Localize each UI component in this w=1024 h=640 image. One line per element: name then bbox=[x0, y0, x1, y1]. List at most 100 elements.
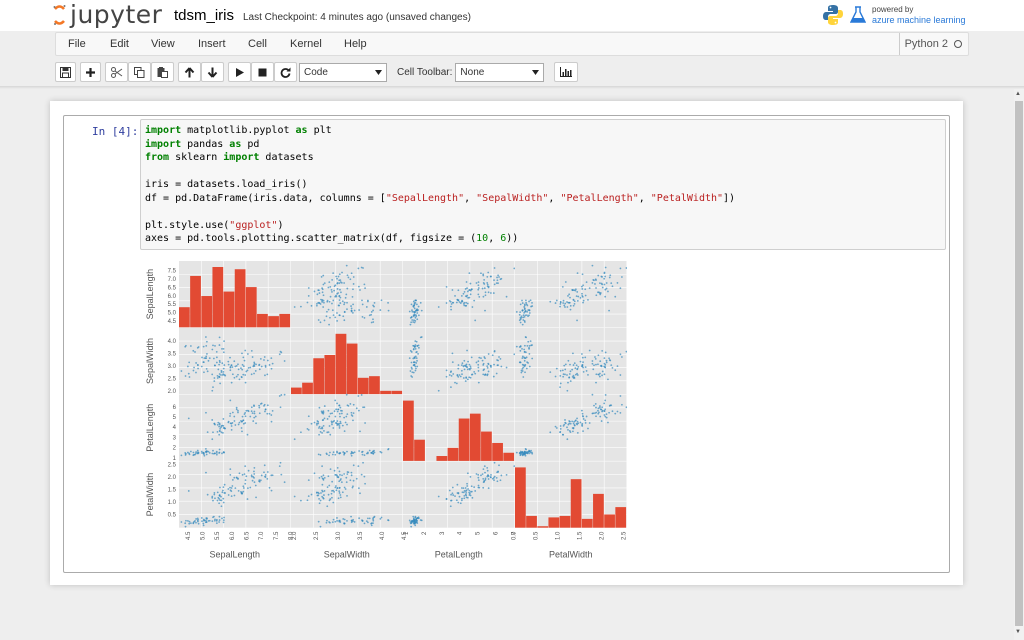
scatter-point bbox=[351, 295, 354, 298]
cut-button[interactable] bbox=[105, 62, 128, 82]
cell-type-select[interactable]: Code bbox=[299, 62, 387, 82]
scatter-point bbox=[415, 315, 418, 318]
scatter-point bbox=[334, 295, 337, 298]
scatter-point bbox=[466, 287, 468, 290]
vertical-scrollbar[interactable]: ▲ ▼ bbox=[1014, 89, 1024, 640]
scatter-point bbox=[477, 363, 480, 366]
code-token: plt bbox=[307, 125, 332, 136]
notebook-name[interactable]: tdsm_iris bbox=[174, 7, 234, 24]
scatter-point bbox=[237, 423, 240, 426]
scatter-point bbox=[500, 277, 503, 280]
plot-panel bbox=[179, 461, 291, 528]
x-tick-label: 4.0 bbox=[380, 531, 386, 540]
scatter-point bbox=[482, 373, 485, 376]
scatter-point bbox=[318, 433, 320, 436]
scatter-point bbox=[203, 371, 205, 374]
histogram-bar bbox=[313, 358, 325, 395]
header-shadow bbox=[0, 86, 1024, 89]
code-line[interactable]: plt.style.use("ggplot") bbox=[145, 219, 941, 233]
scatter-point bbox=[520, 371, 523, 374]
scatter-point bbox=[343, 282, 346, 284]
scatter-point bbox=[329, 468, 332, 471]
code-line[interactable] bbox=[145, 165, 941, 179]
scatter-point bbox=[437, 495, 440, 498]
scatter-point bbox=[449, 505, 452, 508]
scatter-point bbox=[339, 415, 341, 418]
cell-toolbar-select[interactable]: None bbox=[455, 62, 545, 82]
copy-button[interactable] bbox=[128, 62, 151, 82]
scatter-point bbox=[245, 409, 248, 412]
menu-view[interactable]: View bbox=[151, 38, 175, 50]
scatter-point bbox=[218, 448, 221, 451]
jupyter-logo[interactable]: jupyter bbox=[53, 2, 162, 28]
scatter-point bbox=[415, 521, 418, 524]
insert-cell-button[interactable] bbox=[80, 62, 101, 82]
move-down-button[interactable] bbox=[201, 62, 224, 82]
code-line[interactable]: df = pd.DataFrame(iris.data, columns = [… bbox=[145, 192, 941, 206]
scatter-point bbox=[336, 312, 338, 314]
move-up-button[interactable] bbox=[178, 62, 201, 82]
code-token: 10 bbox=[476, 233, 489, 244]
scatter-point bbox=[567, 381, 569, 384]
paste-button[interactable] bbox=[151, 62, 174, 82]
menu-help[interactable]: Help bbox=[344, 38, 367, 50]
menu-kernel[interactable]: Kernel bbox=[290, 38, 322, 50]
scrollbar-thumb[interactable] bbox=[1015, 101, 1023, 626]
code-line[interactable]: import matplotlib.pyplot as plt bbox=[145, 124, 941, 138]
chart-button[interactable] bbox=[554, 62, 579, 82]
menu-edit[interactable]: Edit bbox=[110, 38, 129, 50]
scatter-point bbox=[524, 447, 527, 450]
x-tick-label: 2.0 bbox=[292, 531, 298, 540]
scatter-point bbox=[463, 497, 466, 500]
histogram-bar bbox=[570, 479, 582, 528]
scatter-point bbox=[213, 493, 216, 496]
scatter-point bbox=[601, 275, 603, 278]
scatter-point bbox=[463, 291, 466, 293]
code-line[interactable]: axes = pd.tools.plotting.scatter_matrix(… bbox=[145, 232, 941, 246]
scroll-up-icon[interactable]: ▲ bbox=[1015, 91, 1021, 97]
scatter-point bbox=[220, 369, 223, 372]
scatter-point bbox=[278, 465, 281, 468]
scatter-point bbox=[344, 421, 347, 424]
scatter-point bbox=[310, 304, 313, 307]
scatter-point bbox=[246, 487, 249, 490]
histogram-bar bbox=[581, 518, 593, 528]
scatter-point bbox=[328, 323, 330, 326]
scatter-point bbox=[411, 309, 413, 312]
interrupt-button[interactable] bbox=[251, 62, 274, 82]
scatter-point bbox=[230, 487, 233, 489]
code-line[interactable]: import pandas as pd bbox=[145, 138, 941, 152]
scatter-point bbox=[258, 363, 261, 366]
code-line[interactable]: from sklearn import datasets bbox=[145, 151, 941, 165]
scatter-point bbox=[279, 350, 282, 353]
scatter-point bbox=[341, 300, 344, 303]
scatter-point bbox=[561, 369, 564, 372]
code-editor[interactable]: import matplotlib.pyplot as plt import pa… bbox=[140, 119, 946, 250]
code-line[interactable] bbox=[145, 205, 941, 219]
run-cell-button[interactable] bbox=[228, 62, 251, 82]
y-tick-label: 4.0 bbox=[168, 339, 177, 345]
code-line[interactable]: iris = datasets.load_iris() bbox=[145, 178, 941, 192]
scatter-point bbox=[599, 415, 602, 418]
scatter-point bbox=[350, 305, 352, 307]
menu-insert[interactable]: Insert bbox=[198, 38, 226, 50]
scatter-point bbox=[258, 412, 261, 415]
kernel-indicator[interactable]: Python 2 bbox=[898, 33, 968, 55]
scatter-point bbox=[450, 305, 452, 308]
x-tick-label: 3.5 bbox=[358, 531, 364, 540]
scatter-point bbox=[471, 306, 474, 308]
scatter-point bbox=[469, 293, 472, 296]
scatter-point bbox=[568, 420, 571, 422]
menu-file[interactable]: File bbox=[68, 38, 86, 50]
scatter-point bbox=[334, 453, 337, 456]
scatter-point bbox=[474, 372, 477, 375]
menu-cell[interactable]: Cell bbox=[248, 38, 267, 50]
azure-ml-label[interactable]: azure machine learning bbox=[872, 15, 966, 25]
code-token: datasets bbox=[259, 152, 314, 163]
scatter-point bbox=[526, 304, 529, 307]
restart-kernel-button[interactable] bbox=[274, 62, 297, 82]
scroll-down-icon[interactable]: ▼ bbox=[1015, 629, 1021, 635]
save-button[interactable] bbox=[55, 62, 76, 82]
scatter-point bbox=[523, 348, 526, 351]
scatter-point bbox=[417, 346, 420, 349]
